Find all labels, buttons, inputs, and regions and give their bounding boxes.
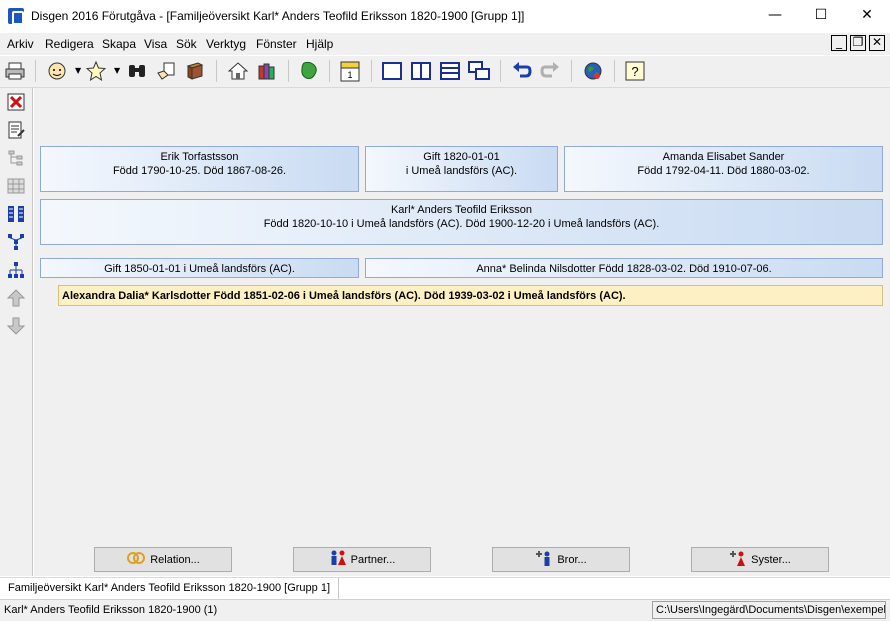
grid-tree-icon[interactable] [5,175,27,197]
maximize-button[interactable]: ☐ [798,0,844,31]
svg-text:1: 1 [347,70,352,80]
cascade-windows-icon[interactable] [467,59,491,83]
child-text: Alexandra Dalia* Karlsdotter Född 1851-0… [62,290,626,302]
main-person-card[interactable]: Karl* Anders Teofild Eriksson Född 1820-… [40,199,883,245]
minimize-button[interactable]: — [752,0,798,31]
mdi-minimize-button[interactable]: _ [831,35,847,51]
globe-icon[interactable] [581,59,605,83]
window-title: Disgen 2016 Förutgåva - [Familjeöversikt… [31,9,525,23]
help-icon[interactable]: ? [623,59,647,83]
partner-button[interactable]: Partner... [293,547,431,572]
main-person-dates: Född 1820-10-10 i Umeå landsförs (AC). D… [263,218,660,230]
single-pane-icon[interactable] [380,59,404,83]
parents-marriage-place: i Umeå landsförs (AC). [405,165,518,177]
horizontal-split-icon[interactable] [438,59,462,83]
home-icon[interactable] [226,59,250,83]
menu-bar: Arkiv Redigera Skapa Visa Sök Verktyg Fö… [0,33,890,55]
menu-verktyg[interactable]: Verktyg [206,37,246,51]
action-button-bar: Relation... Partner... Bror... Syster... [34,544,890,576]
mdi-restore-button[interactable]: ❐ [850,35,866,51]
hand-edit-icon[interactable] [154,59,178,83]
brother-button[interactable]: Bror... [492,547,630,572]
spouse-text: Anna* Belinda Nilsdotter Född 1828-03-02… [476,263,772,275]
close-button[interactable]: ✕ [844,0,890,31]
window-tab-bar: Familjeöversikt Karl* Anders Teofild Eri… [0,577,890,600]
rings-icon [126,551,146,569]
tree-icon[interactable] [5,147,27,169]
calendar-icon[interactable]: 1 [338,59,362,83]
add-woman-icon [729,550,747,570]
edit-document-icon[interactable] [5,119,27,141]
undo-icon[interactable] [510,59,534,83]
spouse-card[interactable]: Anna* Belinda Nilsdotter Född 1828-03-02… [365,258,883,278]
menu-hjalp[interactable]: Hjälp [306,37,333,51]
title-bar: Disgen 2016 Förutgåva - [Familjeöversikt… [0,0,890,31]
partner-label: Partner... [350,553,396,566]
hierarchy-icon[interactable] [5,259,27,281]
marriage-text: Gift 1850-01-01 i Umeå landsförs (AC). [104,263,295,275]
relation-button[interactable]: Relation... [94,547,232,572]
side-toolbar [0,88,33,576]
main-person-name: Karl* Anders Teofild Eriksson [390,204,533,216]
parents-marriage-card[interactable]: Gift 1820-01-01 i Umeå landsförs (AC). [365,146,558,192]
sister-button[interactable]: Syster... [691,547,829,572]
columns-tree-icon[interactable] [5,203,27,225]
menu-redigera[interactable]: Redigera [45,37,94,51]
map-icon[interactable] [297,59,321,83]
mother-dates: Född 1792-04-11. Död 1880-03-02. [637,165,810,177]
mother-name: Amanda Elisabet Sander [662,151,785,163]
delete-icon[interactable] [5,91,27,113]
star-person-icon[interactable] [84,59,108,83]
menu-visa[interactable]: Visa [144,37,167,51]
couple-icon [329,550,347,570]
father-name: Erik Torfastsson [160,151,239,163]
menu-fonster[interactable]: Fönster [256,37,297,51]
window-tab-familjeoversikt[interactable]: Familjeöversikt Karl* Anders Teofild Eri… [0,578,340,600]
marriage-card[interactable]: Gift 1850-01-01 i Umeå landsförs (AC). [40,258,359,278]
relation-label: Relation... [150,553,200,566]
star-dropdown-icon[interactable]: ▼ [114,66,120,75]
add-man-icon [535,550,553,570]
status-current-person: Karl* Anders Teofild Eriksson 1820-1900 … [4,604,218,616]
person-dropdown-icon[interactable]: ▼ [75,66,81,75]
books-icon[interactable] [255,59,279,83]
father-card[interactable]: Erik Torfastsson Född 1790-10-25. Död 18… [40,146,359,192]
person-icon[interactable] [45,59,69,83]
status-bar: Karl* Anders Teofild Eriksson 1820-1900 … [0,599,890,621]
child-card[interactable]: Alexandra Dalia* Karlsdotter Född 1851-0… [58,285,883,306]
parents-marriage-date: Gift 1820-01-01 [423,151,500,163]
down-arrow-icon[interactable] [5,315,27,337]
menu-skapa[interactable]: Skapa [102,37,136,51]
vertical-split-icon[interactable] [409,59,433,83]
printer-icon[interactable] [3,59,27,83]
up-arrow-icon[interactable] [5,287,27,309]
mdi-close-button[interactable]: ✕ [869,35,885,51]
toolbar: ▼ ▼ 1 ? [0,56,890,88]
book-icon[interactable] [183,59,207,83]
menu-arkiv[interactable]: Arkiv [7,37,34,51]
binoculars-icon[interactable] [125,59,149,83]
sister-label: Syster... [751,553,791,566]
status-database-path: C:\Users\Ingegärd\Documents\Disgen\exemp… [652,601,886,619]
brother-label: Bror... [557,553,587,566]
father-dates: Född 1790-10-25. Död 1867-08-26. [112,165,287,177]
mother-card[interactable]: Amanda Elisabet Sander Född 1792-04-11. … [564,146,883,192]
app-icon [8,8,24,25]
svg-text:?: ? [631,64,638,79]
family-overview-pane: Erik Torfastsson Född 1790-10-25. Död 18… [34,88,890,544]
descendant-tree-icon[interactable] [5,231,27,253]
menu-sok[interactable]: Sök [176,37,197,51]
redo-icon[interactable] [538,59,562,83]
